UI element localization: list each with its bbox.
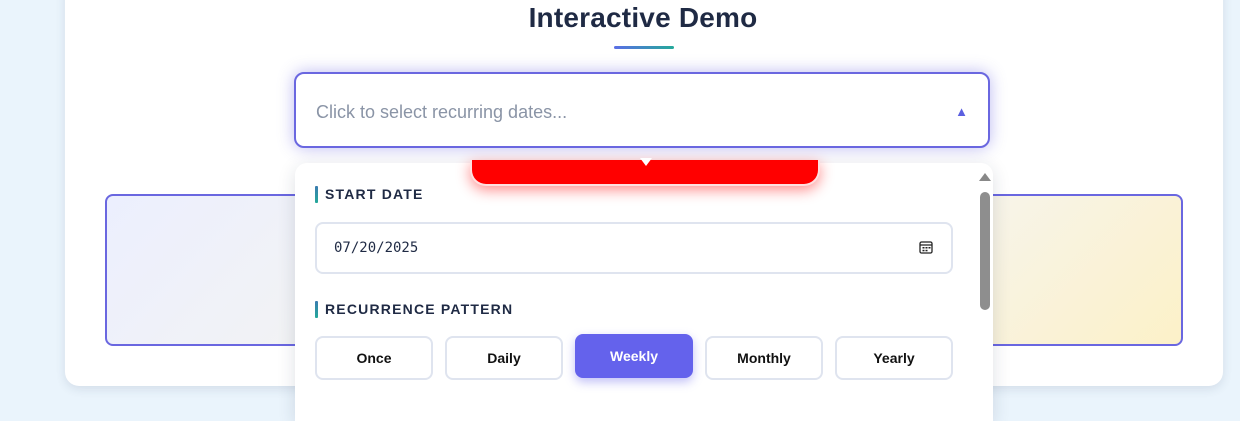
dropdown-scrollbar[interactable] <box>977 169 993 421</box>
pattern-yearly-button[interactable]: Yearly <box>835 336 953 380</box>
page-title: Interactive Demo <box>528 2 758 33</box>
left-preview-panel <box>105 194 305 346</box>
title-underline <box>614 46 674 49</box>
caret-up-icon[interactable]: ▲ <box>955 104 968 119</box>
pattern-weekly-button[interactable]: Weekly <box>575 334 693 378</box>
start-date-value: 07/20/2025 <box>334 240 419 256</box>
start-date-input[interactable]: 07/20/2025 <box>315 222 953 274</box>
picker-placeholder: Click to select recurring dates... <box>316 102 568 122</box>
pattern-once-button[interactable]: Once <box>315 336 433 380</box>
calendar-icon[interactable] <box>919 240 933 254</box>
pattern-daily-button[interactable]: Daily <box>445 336 563 380</box>
recurrence-pattern-label: RECURRENCE PATTERN <box>315 301 513 318</box>
recurrence-pattern-group: Once Daily Weekly Monthly Yearly <box>315 334 955 382</box>
recurrence-dropdown-panel: START DATE 07/20/2025 RECURRENCE PATTERN… <box>295 163 993 421</box>
right-preview-panel <box>985 194 1183 346</box>
start-date-label: START DATE <box>315 186 424 203</box>
recurring-date-picker-trigger[interactable]: Click to select recurring dates... ▲ <box>294 72 990 148</box>
scroll-up-arrow-icon[interactable] <box>979 173 991 181</box>
pattern-monthly-button[interactable]: Monthly <box>705 336 823 380</box>
scrollbar-thumb[interactable] <box>980 192 990 310</box>
red-tooltip-banner <box>470 158 820 186</box>
